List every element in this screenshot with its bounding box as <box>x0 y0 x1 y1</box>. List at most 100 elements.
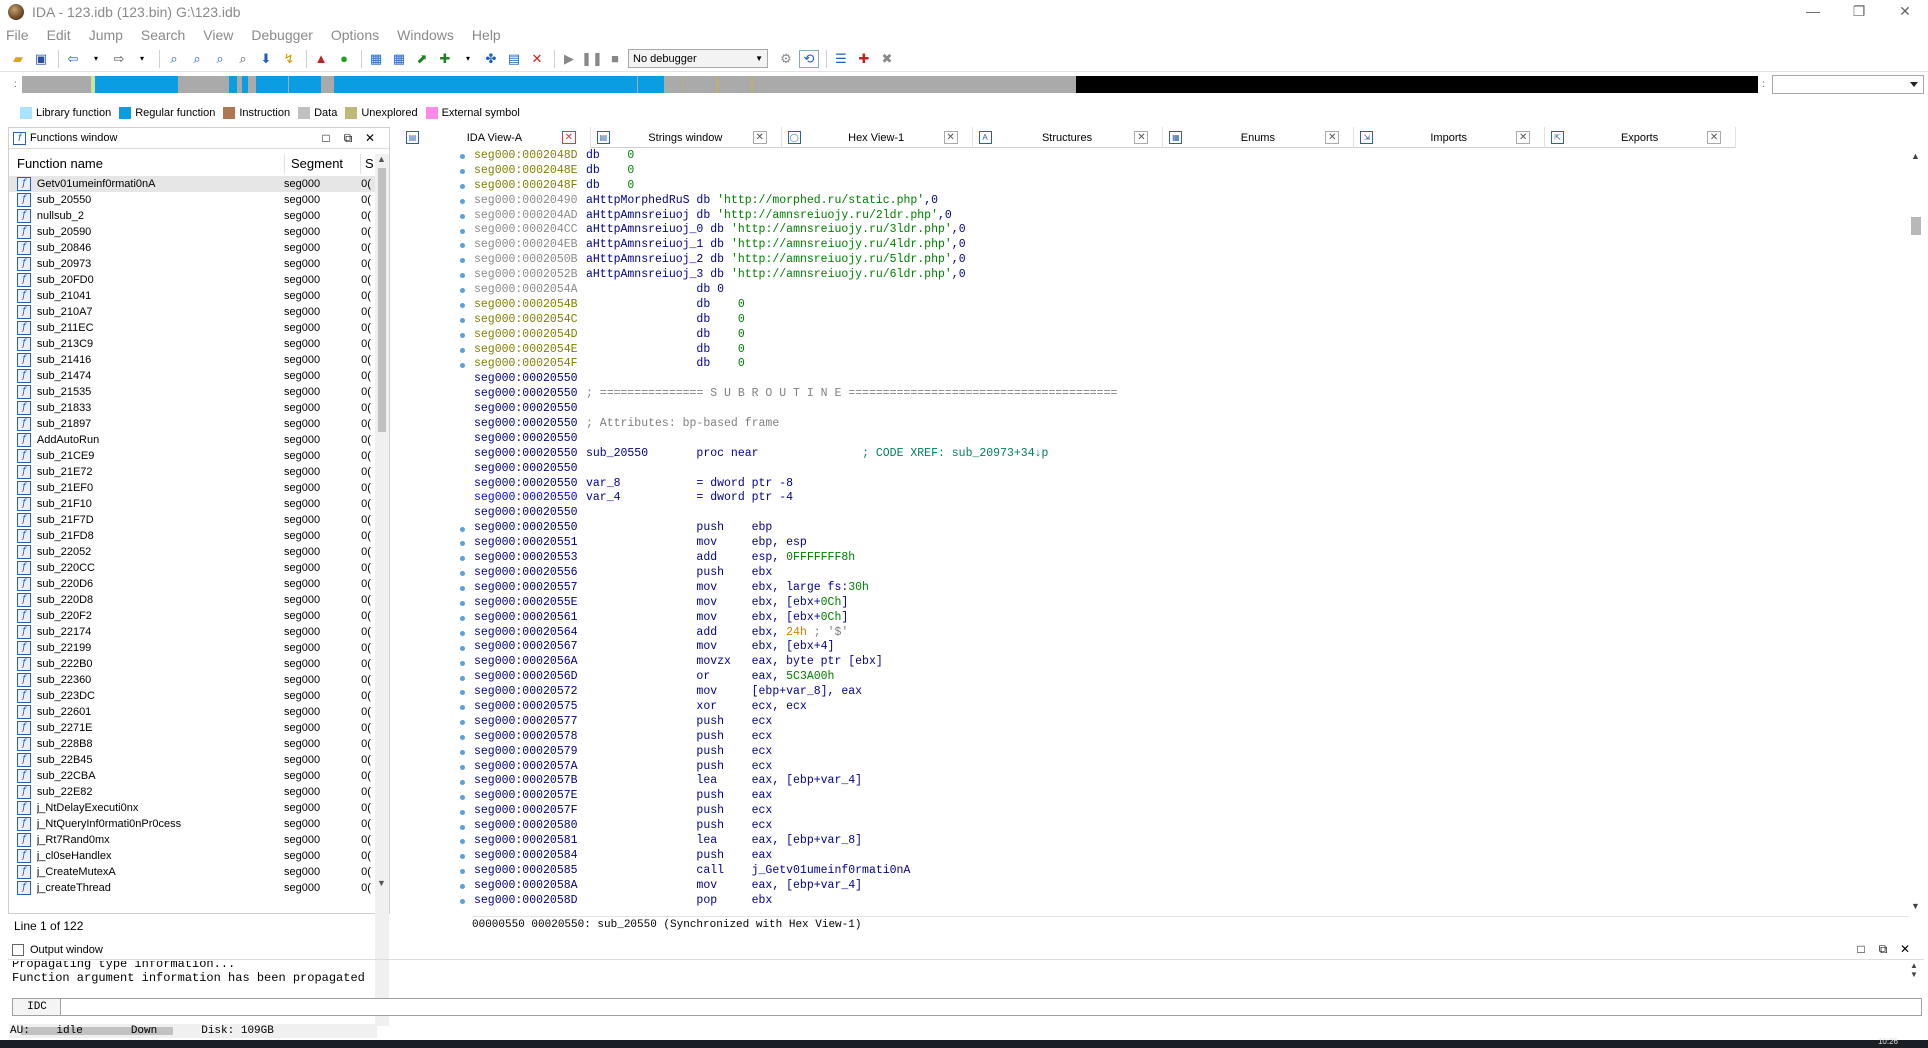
disasm-line[interactable]: seg000:0002058A mov eax, [ebp+var_4] <box>474 879 1894 894</box>
analyze-icon[interactable]: ▲ <box>311 50 331 68</box>
menu-file[interactable]: File <box>6 27 29 43</box>
function-row[interactable]: f sub_213C9 seg000 0( <box>9 336 375 352</box>
search-next-icon[interactable]: ⌕ <box>233 50 253 68</box>
function-row[interactable]: f sub_22052 seg000 0( <box>9 544 375 560</box>
scrollbar-thumb[interactable] <box>1911 217 1921 235</box>
pause-icon[interactable]: ❚❚ <box>581 50 603 68</box>
function-row[interactable]: f sub_21EF0 seg000 0( <box>9 480 375 496</box>
maximize-icon[interactable]: ❐ <box>1836 0 1882 24</box>
function-row[interactable]: f sub_22B45 seg000 0( <box>9 752 375 768</box>
function-row[interactable]: f sub_22360 seg000 0( <box>9 672 375 688</box>
disasm-line[interactable]: seg000:00020584 push eax <box>474 849 1894 864</box>
stop-icon[interactable]: ■ <box>605 50 625 68</box>
tab-ida-view-a[interactable]: ▤ IDA View-A ✕ <box>400 127 591 148</box>
float-icon[interactable]: ⧉ <box>1872 942 1894 957</box>
close-icon[interactable]: ✕ <box>561 131 576 144</box>
function-row[interactable]: f sub_21CE9 seg000 0( <box>9 448 375 464</box>
proximity-view-icon[interactable]: ▦ <box>389 50 409 68</box>
save-icon[interactable]: ▣ <box>31 50 51 68</box>
close-icon[interactable]: ✕ <box>943 131 958 144</box>
debug-options-icon[interactable]: ⚙ <box>776 50 796 68</box>
scroll-down-icon[interactable]: ▼ <box>377 878 386 888</box>
play-icon[interactable]: ▶ <box>559 50 579 68</box>
navband-combo[interactable] <box>1772 75 1924 94</box>
disasm-line[interactable]: seg000:0002057B lea eax, [ebp+var_4] <box>474 774 1894 789</box>
disasm-line[interactable]: seg000:0002054C db 0 <box>474 313 1894 328</box>
tab-hex-view-1[interactable]: ◯ Hex View-1 ✕ <box>782 127 973 148</box>
tab-exports[interactable]: ⇱ Exports ✕ <box>1545 127 1737 148</box>
scroll-up-icon[interactable]: ▲ <box>1910 961 1924 970</box>
tab-enums[interactable]: ▦ Enums ✕ <box>1163 127 1355 148</box>
graph-view-icon[interactable]: ▦ <box>366 50 386 68</box>
scrollbar-thumb[interactable] <box>378 168 386 432</box>
disasm-line[interactable]: seg000:00020578 push ecx <box>474 730 1894 745</box>
function-row[interactable]: f sub_22E82 seg000 0( <box>9 784 375 800</box>
disasm-line[interactable]: seg000:00020581 lea eax, [ebp+var_8] <box>474 834 1894 849</box>
tab-structures[interactable]: A Structures ✕ <box>973 127 1164 148</box>
menu-search[interactable]: Search <box>141 27 185 43</box>
function-row[interactable]: f j_cl0seHandlex seg000 0( <box>9 848 375 864</box>
search-binary-icon[interactable]: ⌕ <box>210 50 230 68</box>
output-scrollbar[interactable]: ▲ ▼ <box>1910 961 1924 991</box>
function-row[interactable]: f AddAutoRun seg000 0( <box>9 432 375 448</box>
navigation-band[interactable] <box>22 76 1758 93</box>
restore-icon[interactable]: □ <box>1850 942 1872 957</box>
ida-view-disassembly[interactable]: seg000:0002048D db 0 seg000:0002048E db 0 se… <box>400 149 1916 914</box>
function-row[interactable]: f sub_228B8 seg000 0( <box>9 736 375 752</box>
menu-help[interactable]: Help <box>472 27 501 43</box>
function-row[interactable]: f sub_220D8 seg000 0( <box>9 592 375 608</box>
disasm-line[interactable]: seg000:00020577 push ecx <box>474 715 1894 730</box>
function-row[interactable]: f sub_21897 seg000 0( <box>9 416 375 432</box>
disasm-line[interactable]: seg000:00020550 <box>474 506 1894 521</box>
disasm-line[interactable]: seg000:000204CC aHttpAmnsreiuoj_0 db 'htt… <box>474 223 1894 238</box>
function-row[interactable]: f sub_220F2 seg000 0( <box>9 608 375 624</box>
output-window-text[interactable]: Propagating type information... Function… <box>8 961 1908 991</box>
function-row[interactable]: f sub_21E72 seg000 0( <box>9 464 375 480</box>
forward-arrow-icon[interactable]: ⇨ <box>109 50 129 68</box>
disassembly-vertical-scrollbar[interactable]: ▲ ▼ <box>1908 149 1924 914</box>
function-row[interactable]: f sub_222B0 seg000 0( <box>9 656 375 672</box>
disasm-line[interactable]: seg000:000204AD aHttpAmnsreiuoj db 'http:… <box>474 209 1894 224</box>
function-row[interactable]: f sub_20846 seg000 0( <box>9 240 375 256</box>
function-row[interactable]: f sub_21041 seg000 0( <box>9 288 375 304</box>
jump-to-icon[interactable]: ↯ <box>279 50 299 68</box>
disasm-line[interactable]: seg000:00020551 mov ebp, esp <box>474 536 1894 551</box>
function-row[interactable]: f sub_21535 seg000 0( <box>9 384 375 400</box>
calculator-icon[interactable]: ▤ <box>504 50 524 68</box>
function-row[interactable]: f sub_22CBA seg000 0( <box>9 768 375 784</box>
function-row[interactable]: f sub_20590 seg000 0( <box>9 224 375 240</box>
navband-left-handle[interactable]: : <box>14 78 18 92</box>
disasm-line[interactable]: seg000:0002057E push eax <box>474 789 1894 804</box>
navband-right-handle[interactable]: : <box>1762 78 1766 92</box>
xrefs-icon[interactable]: ⬈ <box>412 50 432 68</box>
disasm-line[interactable]: seg000:00020550 ; Attributes: bp-based fr… <box>474 417 1894 432</box>
disasm-line[interactable]: seg000:00020556 push ebx <box>474 566 1894 581</box>
disasm-line[interactable]: seg000:0002057A push ecx <box>474 760 1894 775</box>
function-row[interactable]: f sub_20973 seg000 0( <box>9 256 375 272</box>
disasm-line[interactable]: seg000:0002050B aHttpAmnsreiuoj_2 db 'htt… <box>474 253 1894 268</box>
search-text-icon[interactable]: ⌕ <box>187 50 207 68</box>
function-row[interactable]: f j_Rt7Rand0mx seg000 0( <box>9 832 375 848</box>
close-icon[interactable]: ✕ <box>1707 131 1722 144</box>
close-icon[interactable]: ✕ <box>1882 0 1928 24</box>
functions-vertical-scrollbar[interactable]: ▲ ▼ <box>375 154 389 1026</box>
dropdown-icon[interactable]: ▾ <box>458 50 478 68</box>
disasm-line[interactable]: seg000:00020550 <box>474 372 1894 387</box>
disasm-line[interactable]: seg000:00020550 ; =============== S U B R… <box>474 387 1894 402</box>
plugin-icon[interactable]: ✤ <box>481 50 501 68</box>
column-segment[interactable]: Segment <box>285 154 361 174</box>
scroll-down-icon[interactable]: ▼ <box>1910 970 1924 979</box>
disasm-line[interactable]: seg000:00020572 mov [ebp+var_8], eax <box>474 685 1894 700</box>
disasm-line[interactable]: seg000:0002054D db 0 <box>474 328 1894 343</box>
function-row[interactable]: f j_CreateMutexA seg000 0( <box>9 864 375 880</box>
tab-strings-window[interactable]: ▤ Strings window ✕ <box>591 127 782 148</box>
function-row[interactable]: f sub_22199 seg000 0( <box>9 640 375 656</box>
minimize-icon[interactable]: — <box>1790 0 1836 24</box>
disasm-line[interactable]: seg000:0002054E db 0 <box>474 343 1894 358</box>
function-row[interactable]: f sub_21FD8 seg000 0( <box>9 528 375 544</box>
close-icon[interactable]: ✕ <box>359 131 381 146</box>
remove-breakpoint-icon[interactable]: ✖ <box>877 50 897 68</box>
disasm-line[interactable]: seg000:00020557 mov ebx, large fs:30h <box>474 581 1894 596</box>
disasm-line[interactable]: seg000:00020579 push ecx <box>474 745 1894 760</box>
disasm-line[interactable]: seg000:0002056A movzx eax, byte ptr [ebx… <box>474 655 1894 670</box>
